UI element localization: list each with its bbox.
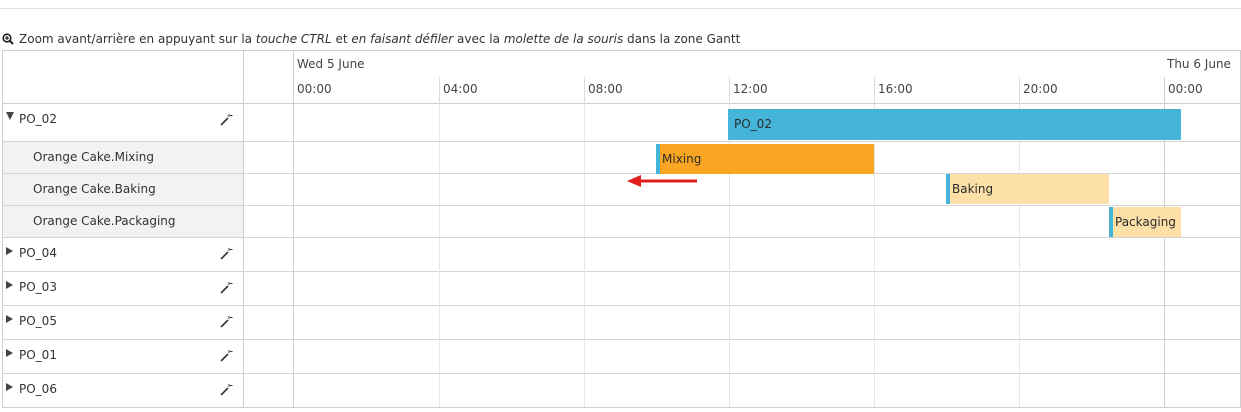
- hint-text-3: et: [331, 32, 352, 46]
- bar-drag-handle[interactable]: [1109, 207, 1113, 237]
- row-label: Orange Cake.Mixing: [33, 150, 154, 164]
- row-spacer: [244, 104, 294, 141]
- row-label: Orange Cake.Baking: [33, 182, 156, 196]
- bar-label: PO_02: [734, 117, 772, 131]
- row-label: Orange Cake.Packaging: [33, 214, 176, 228]
- row-label: PO_05: [19, 314, 57, 328]
- day-label-thu: Thu 6 June: [1167, 57, 1231, 71]
- bar-label: Mixing: [662, 152, 702, 166]
- hint-text-7: dans la zone Gantt: [623, 32, 741, 46]
- hint-text-4: en faisant défiler: [351, 32, 454, 46]
- bar-drag-handle[interactable]: [946, 174, 950, 204]
- tick-label: 12:00: [729, 77, 874, 104]
- bar-label: Packaging: [1115, 215, 1176, 229]
- tick-label: 00:00: [297, 82, 332, 96]
- top-divider: [0, 8, 1241, 9]
- day-boundary-line: [1164, 104, 1165, 407]
- row-name-cell[interactable]: PO_02: [3, 104, 244, 141]
- gantt-bar-packaging[interactable]: Packaging: [1109, 207, 1181, 237]
- expand-caret-icon[interactable]: [6, 349, 13, 357]
- timeline-header: Wed 5 June Thu 6 June 00:00 04:00 08:00 …: [294, 51, 1240, 104]
- row-spacer: [244, 174, 294, 205]
- grid-header: [3, 51, 244, 104]
- hint-text-6: molette de la souris: [503, 32, 624, 46]
- tick-label: 08:00: [584, 77, 729, 104]
- gantt-bar-mixing[interactable]: Mixing: [656, 144, 874, 174]
- row-label: PO_02: [19, 112, 57, 126]
- expand-caret-icon[interactable]: [6, 315, 13, 323]
- row-label: PO_01: [19, 348, 57, 362]
- row-spacer: [244, 306, 294, 339]
- row-spacer: [244, 272, 294, 305]
- row-name-cell[interactable]: PO_06: [3, 374, 244, 408]
- row-spacer: [244, 206, 294, 237]
- grid-header-spacer: [244, 51, 294, 104]
- row-spacer: [244, 238, 294, 271]
- row-name-cell[interactable]: PO_01: [3, 340, 244, 373]
- magic-wand-icon[interactable]: [219, 281, 233, 295]
- magic-wand-icon[interactable]: [219, 383, 233, 397]
- gantt-bar-baking[interactable]: Baking: [946, 174, 1109, 204]
- tick-label: 16:00: [874, 77, 1019, 104]
- magic-wand-icon[interactable]: [219, 113, 233, 127]
- grid-line: [439, 104, 440, 407]
- collapse-caret-icon[interactable]: [6, 112, 14, 120]
- drag-direction-arrow-icon: [627, 175, 697, 187]
- magic-wand-icon[interactable]: [219, 349, 233, 363]
- bar-drag-handle[interactable]: [656, 144, 660, 174]
- magic-wand-icon[interactable]: [219, 315, 233, 329]
- row-spacer: [244, 374, 294, 408]
- hint-text-5: avec la: [453, 32, 504, 46]
- gantt-chart[interactable]: Wed 5 June Thu 6 June 00:00 04:00 08:00 …: [2, 50, 1241, 408]
- row-label: PO_03: [19, 280, 57, 294]
- gantt-bar-po-02[interactable]: PO_02: [728, 109, 1181, 140]
- row-name-cell[interactable]: Orange Cake.Baking: [3, 174, 244, 205]
- tick-label: 04:00: [439, 77, 584, 104]
- row-label: PO_04: [19, 246, 57, 260]
- expand-caret-icon[interactable]: [6, 247, 13, 255]
- hint-text-1: Zoom avant/arrière en appuyant sur la: [19, 32, 256, 46]
- tick-label: 20:00: [1019, 77, 1164, 104]
- row-name-cell[interactable]: Orange Cake.Mixing: [3, 142, 244, 173]
- grid-line: [1019, 104, 1020, 407]
- grid-line: [584, 104, 585, 407]
- row-name-cell[interactable]: PO_04: [3, 238, 244, 271]
- expand-caret-icon[interactable]: [6, 281, 13, 289]
- zoom-icon: [2, 33, 14, 49]
- expand-caret-icon[interactable]: [6, 383, 13, 391]
- row-name-cell[interactable]: Orange Cake.Packaging: [3, 206, 244, 237]
- magic-wand-icon[interactable]: [219, 247, 233, 261]
- tick-label: 00:00: [1164, 77, 1240, 104]
- gantt-chart-area[interactable]: PO_02 Mixing Baking Packaging: [294, 104, 1240, 407]
- row-name-cell[interactable]: PO_03: [3, 272, 244, 305]
- row-label: PO_06: [19, 382, 57, 396]
- zoom-hint: Zoom avant/arrière en appuyant sur la to…: [2, 31, 740, 47]
- row-spacer: [244, 142, 294, 173]
- day-label-wed: Wed 5 June: [297, 57, 365, 71]
- hint-text-2: touche CTRL: [255, 32, 332, 46]
- row-spacer: [244, 340, 294, 373]
- grid-line: [874, 104, 875, 407]
- row-name-cell[interactable]: PO_05: [3, 306, 244, 339]
- bar-label: Baking: [952, 182, 994, 196]
